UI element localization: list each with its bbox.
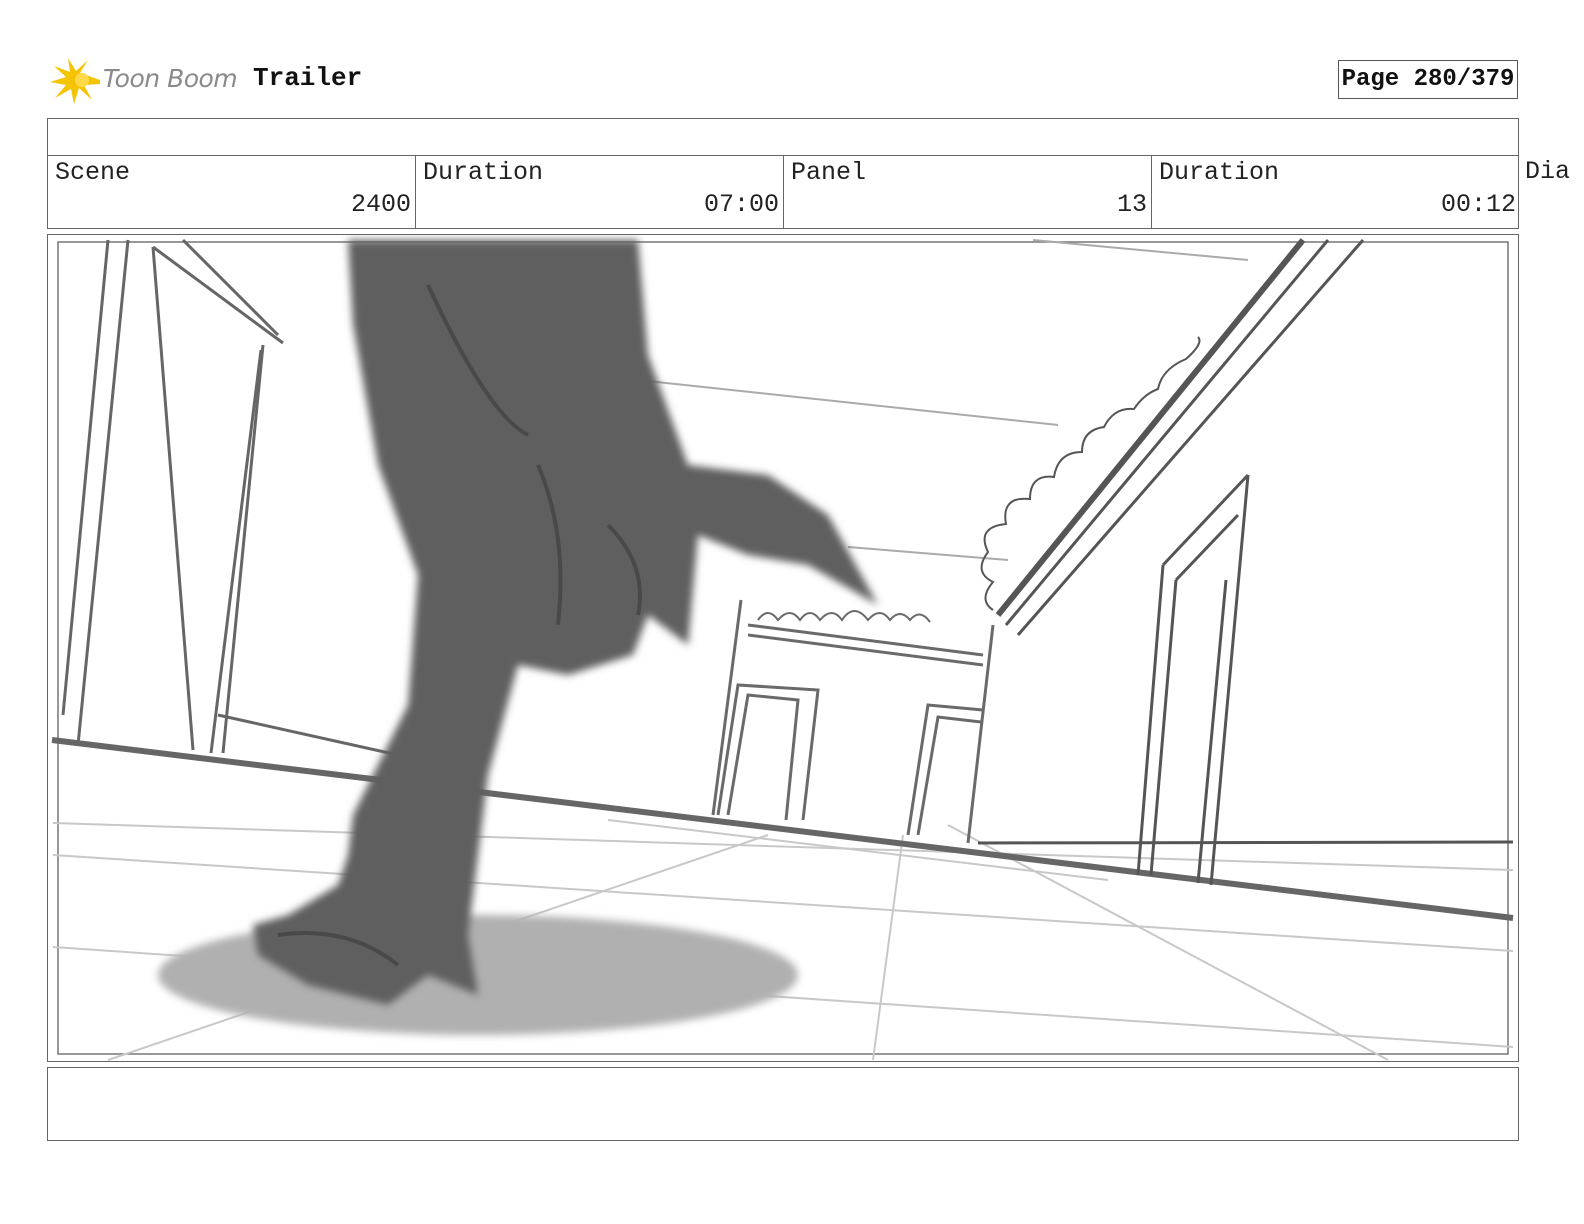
toon-boom-logo-icon <box>50 58 100 104</box>
page-indicator: Page 280/379 <box>1338 60 1518 99</box>
panel-cell: Panel 13 <box>784 156 1152 228</box>
scene-label: Scene <box>55 158 131 187</box>
scene-duration-label: Duration <box>423 158 544 187</box>
brand-name: Toon Boom <box>103 64 238 93</box>
panel-duration-label: Duration <box>1159 158 1280 187</box>
scene-duration-cell: Duration 07:00 <box>416 156 784 228</box>
project-title: Trailer <box>253 63 363 93</box>
dialogue-label-truncated: Dia <box>1525 157 1571 186</box>
scene-value: 2400 <box>350 190 411 219</box>
panel-label: Panel <box>791 158 867 187</box>
panel-value: 13 <box>1116 190 1147 219</box>
caption-box <box>47 1067 1519 1141</box>
panel-duration-value: 00:12 <box>1440 190 1516 219</box>
info-row: Scene 2400 Duration 07:00 Panel 13 Durat… <box>47 155 1519 229</box>
storyboard-sketch <box>51 238 1514 1061</box>
scene-cell: Scene 2400 <box>48 156 416 228</box>
scene-duration-value: 07:00 <box>703 190 779 219</box>
storyboard-panel <box>47 234 1519 1062</box>
header-strip <box>47 118 1519 156</box>
panel-duration-cell: Duration 00:12 <box>1152 156 1520 228</box>
